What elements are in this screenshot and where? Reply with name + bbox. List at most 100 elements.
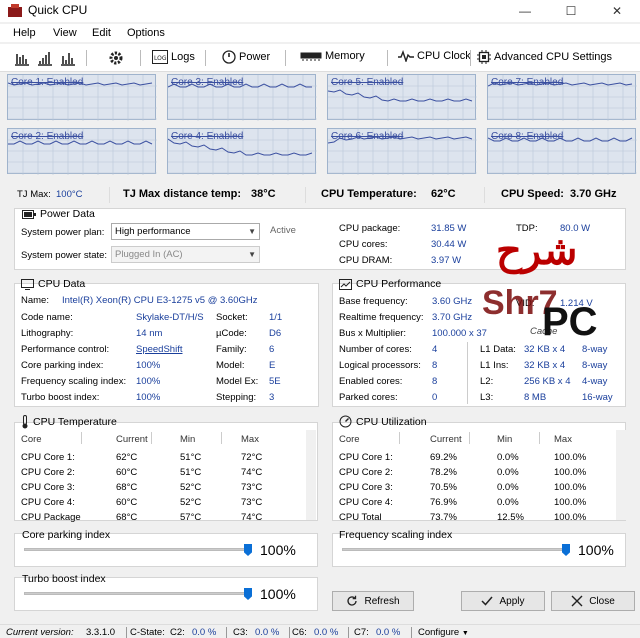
advanced-cpu-settings-button[interactable]: Advanced CPU Settings [477, 50, 612, 64]
apply-button[interactable]: Apply [461, 591, 545, 611]
cache-label: L3: [480, 392, 494, 403]
frequency-scaling-title: Frequency scaling index [339, 529, 453, 541]
chevron-down-icon: ▼ [248, 227, 256, 236]
cpu-data-value: 14 nm [136, 328, 163, 339]
temperature-scrollbar[interactable] [306, 430, 316, 520]
power-icon [222, 50, 236, 64]
column-divider [399, 432, 400, 444]
utilization-scrollbar[interactable] [616, 430, 626, 520]
cpu-data-value: D6 [269, 328, 282, 339]
temperature-row: TJ Max: 100°C TJ Max distance temp: 38°C… [0, 183, 640, 207]
core-label: Core 5: Enabled [331, 77, 404, 88]
battery-icon [22, 209, 36, 219]
cpu-data-label: Turbo boost index: [21, 392, 100, 403]
menu-options[interactable]: Options [127, 27, 165, 39]
cpu-data-label: Model Ex: [216, 376, 259, 387]
window-title: Quick CPU [28, 3, 88, 17]
core-label: Core 6: Enabled [331, 131, 404, 142]
power-button[interactable]: Power [222, 50, 270, 64]
power-row-value: 3.97 W [431, 255, 462, 266]
cstate-value: 0.0 % [314, 627, 339, 638]
core-label: Core 4: Enabled [171, 131, 244, 142]
minimize-button[interactable]: — [502, 0, 548, 22]
column-divider [469, 432, 470, 444]
menu-view[interactable]: View [53, 27, 77, 39]
gear-icon[interactable] [108, 50, 124, 66]
speedshift-link[interactable]: SpeedShift [136, 344, 182, 355]
power-state-select[interactable]: Plugged In (AC) ▼ [111, 246, 260, 263]
core-count-label: Number of cores: [339, 344, 412, 355]
turbo-boost-track[interactable] [24, 592, 252, 595]
table-cell: 57°C [180, 512, 202, 523]
core-graph: Core 2: Enabled [7, 128, 157, 175]
cache-label: L1 Data: [480, 344, 516, 355]
refresh-icon [347, 595, 358, 606]
power-label: Power [239, 51, 271, 63]
cpu-speed-label: CPU Speed: [501, 188, 564, 200]
power-data-title: Power Data [22, 208, 95, 220]
cpu-temperature-label: CPU Temperature: [321, 188, 417, 200]
cpu-clock-label: CPU Clock [417, 50, 471, 62]
toolbar-separator [387, 50, 388, 66]
table-cell: 73°C [241, 482, 263, 493]
gauge-icon [339, 415, 352, 428]
memory-button[interactable]: Memory [300, 50, 365, 62]
table-row-label: CPU Core 1: [21, 452, 75, 463]
close-window-button[interactable]: ✕ [594, 0, 640, 22]
tjmax-value: 100°C [56, 189, 83, 200]
cstate-value: 0.0 % [255, 627, 280, 638]
power-plan-select[interactable]: High performance ▼ [111, 223, 260, 240]
configure-menu[interactable]: Configure ▼ [418, 627, 469, 638]
cache-associativity: 8-way [582, 344, 608, 355]
core-parking-track[interactable] [24, 548, 252, 551]
bar-chart-mixed-icon[interactable] [60, 50, 76, 66]
maximize-button[interactable]: ☐ [548, 0, 594, 22]
cpu-data-label: Core parking index: [21, 360, 104, 371]
cpu-data-value: 5E [269, 376, 281, 387]
cache-label: L1 Ins: [480, 360, 509, 371]
table-cell: 0.0% [497, 482, 519, 493]
table-cell: 100.0% [554, 452, 587, 463]
cstate-value: 0.0 % [376, 627, 401, 638]
core-label: Core 3: Enabled [171, 77, 244, 88]
table-cell: 76.9% [430, 497, 457, 508]
divider [305, 187, 306, 203]
table-header: Core [339, 434, 360, 445]
close-button[interactable]: Close [551, 591, 635, 611]
memory-label: Memory [325, 50, 365, 62]
svg-text:LOG: LOG [154, 55, 167, 62]
table-cell: 62°C [116, 452, 138, 463]
table-cell: 74°C [241, 512, 263, 523]
table-cell: 52°C [180, 482, 202, 493]
cpu-temperature-value: 62°C [431, 188, 456, 200]
cache-associativity: 4-way [582, 376, 608, 387]
cstate-label: C6: [292, 627, 307, 638]
frequency-scaling-track[interactable] [342, 548, 570, 551]
power-row-label: CPU cores: [339, 239, 388, 250]
core-graph: Core 3: Enabled [167, 74, 317, 121]
toolbar-separator [140, 50, 141, 66]
table-cell: 0.0% [497, 467, 519, 478]
cache-associativity: 8-way [582, 360, 608, 371]
chevron-down-icon: ▼ [248, 250, 256, 259]
menu-help[interactable]: Help [13, 27, 36, 39]
table-row-label: CPU Package [21, 512, 81, 523]
bar-chart-icon[interactable] [14, 50, 30, 66]
divider [411, 627, 412, 638]
cpu-clock-button[interactable]: CPU Clock [398, 50, 471, 62]
cpu-data-value: 100% [136, 376, 161, 387]
core-count-value: 8 [432, 376, 438, 387]
logs-button[interactable]: LOG Logs [152, 50, 195, 64]
table-header: Max [554, 434, 572, 445]
menu-edit[interactable]: Edit [92, 27, 111, 39]
column-divider [81, 432, 82, 444]
table-cell: 52°C [180, 497, 202, 508]
version-value: 3.3.1.0 [86, 627, 116, 638]
table-header: Min [180, 434, 196, 445]
table-row-label: CPU Core 1: [339, 452, 393, 463]
cstate-label: C3: [233, 627, 248, 638]
tjmax-label: TJ Max: [17, 189, 51, 200]
refresh-button[interactable]: Refresh [332, 591, 414, 611]
cstate-value: 0.0 % [192, 627, 217, 638]
bar-chart-ascending-icon[interactable] [37, 50, 53, 66]
